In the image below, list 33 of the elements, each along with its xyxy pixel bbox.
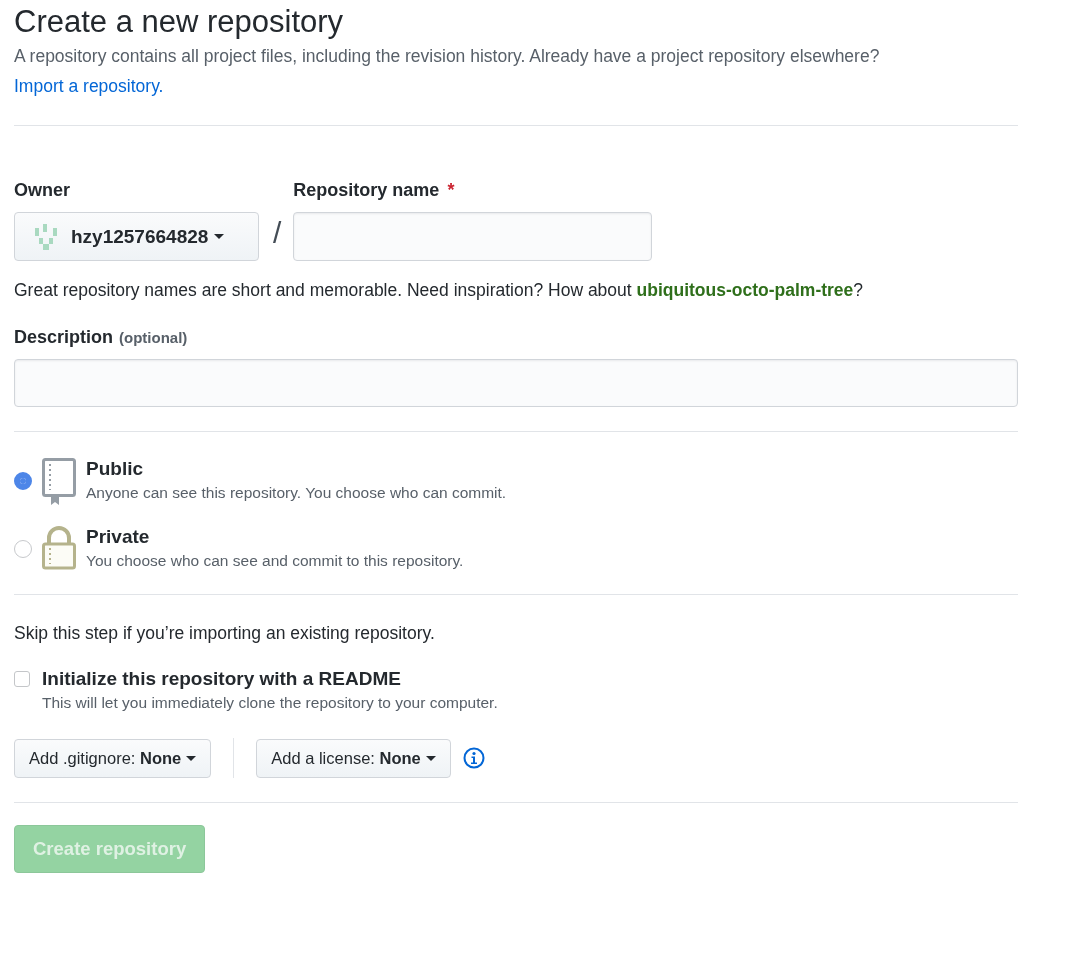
readme-description: This will let you immediately clone the repository to your computer.: [42, 694, 498, 712]
repository-name-label: Repository name: [293, 180, 440, 201]
visibility-label: Public: [86, 458, 144, 480]
visibility-description: Anyone can see this repository. You choose who can commit.: [86, 484, 507, 502]
caret-icon: [186, 755, 197, 761]
select-dropdown[interactable]: Add a license: None: [256, 738, 451, 778]
required-mark: *: [447, 180, 455, 201]
readme-checkbox[interactable]: [14, 671, 30, 687]
description-field[interactable]: [14, 359, 1018, 407]
book-icon: [42, 458, 76, 506]
suggested-name-link[interactable]: ubiquitous-octo-palm-tree: [636, 280, 854, 300]
skip-note: Skip this step if you’re importing an existing repository.: [14, 623, 436, 644]
caret-icon: [214, 234, 225, 239]
identicon-icon: [33, 223, 59, 250]
name-suggestion-text: Great repository names are short and memorable. Need inspiration? How about ubiquitous-octo-palm-tree?: [14, 279, 865, 302]
info-icon: [462, 747, 485, 769]
caret-icon: [425, 755, 436, 761]
intro-text: A repository contains all project files, including the revision history. Already have a project repository elsewhere?: [14, 46, 880, 66]
page-title: Create a new repository: [14, 3, 345, 41]
radio-button[interactable]: [14, 472, 32, 490]
owner-label: Owner: [14, 180, 71, 201]
lock-icon: [42, 526, 76, 570]
readme-label: Initialize this repository with a README: [42, 668, 402, 690]
owner-dropdown[interactable]: hzy1257664828: [14, 212, 259, 261]
select-dropdown[interactable]: Add .gitignore: None: [14, 738, 212, 778]
path-separator: /: [272, 215, 283, 251]
radio-button[interactable]: [14, 540, 32, 558]
visibility-label: Private: [86, 526, 151, 548]
optional-note: (optional): [119, 329, 188, 346]
repository-name-field[interactable]: [293, 212, 653, 261]
description-label: Description: [14, 327, 114, 348]
visibility-description: You choose who can see and commit to this repository.: [86, 552, 464, 570]
import-link[interactable]: Import a repository.: [14, 76, 164, 96]
